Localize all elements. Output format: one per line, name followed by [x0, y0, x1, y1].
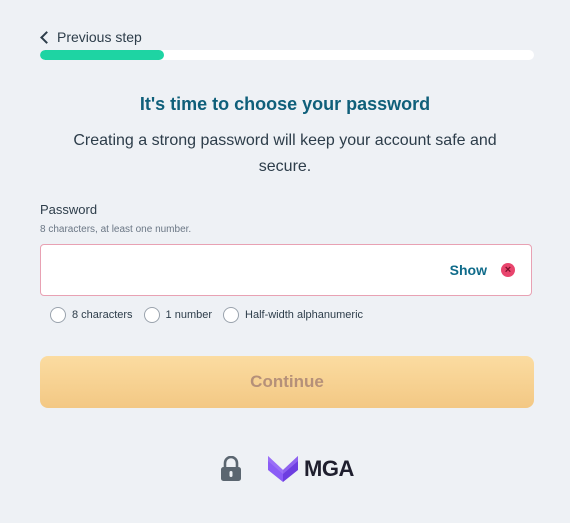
- requirement-item: 8 characters: [50, 307, 133, 323]
- password-requirements: 8 characters 1 number Half-width alphanu…: [50, 307, 374, 323]
- close-circle-icon[interactable]: ×: [501, 263, 515, 277]
- progress-bar: [40, 50, 534, 60]
- requirement-label: Half-width alphanumeric: [245, 309, 364, 321]
- progress-bar-fill: [40, 50, 164, 60]
- mga-logo: MGA: [266, 454, 354, 484]
- footer: MGA: [220, 454, 354, 484]
- requirement-radio: [50, 307, 66, 323]
- password-label: Password: [40, 202, 98, 217]
- password-input[interactable]: [51, 253, 435, 289]
- requirement-radio: [143, 307, 160, 323]
- mga-logo-mark-icon: [268, 456, 298, 482]
- password-hint: 8 characters, at least one number.: [40, 224, 192, 235]
- requirement-label: 1 number: [165, 309, 213, 321]
- requirement-radio: [223, 307, 240, 323]
- brand-name: MGA: [304, 456, 354, 481]
- continue-button[interactable]: Continue: [40, 356, 534, 408]
- chevron-left-icon: [40, 31, 53, 44]
- show-password-button[interactable]: Show: [450, 262, 487, 278]
- previous-step-link[interactable]: Previous step: [40, 29, 142, 45]
- requirement-label: 8 characters: [72, 309, 133, 321]
- lock-icon: [221, 456, 241, 481]
- requirement-item: 1 number: [143, 307, 213, 323]
- page-title: It's time to choose your password: [139, 94, 431, 114]
- page-subtitle: Creating a strong password will keep you…: [73, 132, 497, 175]
- password-field: Show ×: [40, 244, 532, 296]
- requirement-item: Half-width alphanumeric: [223, 307, 363, 323]
- previous-step-label: Previous step: [57, 29, 142, 45]
